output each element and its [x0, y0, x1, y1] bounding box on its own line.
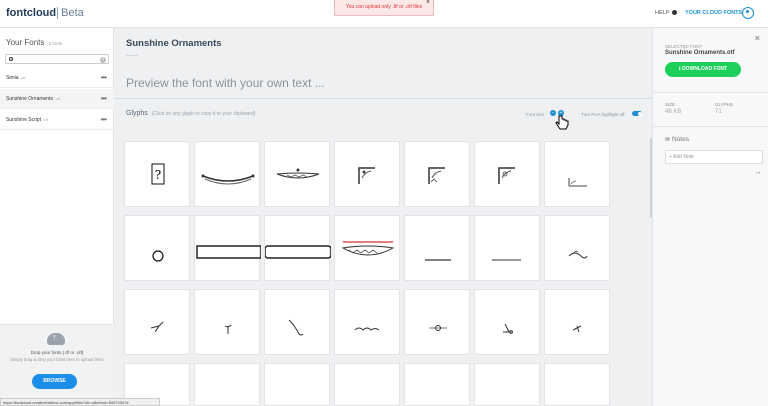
- more-options-icon[interactable]: •••: [101, 115, 107, 124]
- pua-highlight-toggle[interactable]: [632, 111, 642, 116]
- notes-heading: Notes: [665, 136, 689, 143]
- glyph-cell[interactable]: [334, 215, 400, 281]
- glyph-cell[interactable]: [404, 215, 470, 281]
- font-subtitle: ——: [126, 53, 138, 59]
- size-label: SIZE: [665, 102, 676, 107]
- selected-font-name: Sunshine Ornaments.otf: [665, 50, 735, 56]
- glyph-cell[interactable]: [264, 363, 330, 406]
- font-item-label: Sunshine Ornaments .otf: [6, 96, 60, 102]
- font-count: 3 fonts: [48, 41, 63, 46]
- add-note-input[interactable]: + Add Note: [665, 150, 763, 164]
- glyphs-heading: Glyphs (Click on any glyph to copy it to…: [126, 110, 255, 117]
- sidebar-title-text: Your Fonts: [6, 38, 45, 47]
- help-label: HELP: [655, 10, 670, 16]
- glyph-cell[interactable]: [474, 141, 540, 207]
- close-panel-icon[interactable]: ×: [755, 33, 760, 43]
- pua-highlight-label: Turn PUA highlight off: [581, 112, 625, 117]
- glyph-cell[interactable]: [334, 141, 400, 207]
- glyph-cell[interactable]: [544, 289, 610, 355]
- divider: [653, 126, 768, 127]
- font-item-simia[interactable]: Simia .otf •••: [0, 68, 114, 88]
- upload-alert: You can upload only .ttf or .otf files ×: [334, 0, 434, 16]
- glyphs-hint: (Click on any glyph to copy it to your c…: [151, 111, 256, 117]
- user-avatar-icon[interactable]: [742, 7, 754, 19]
- glyph-cell[interactable]: [264, 141, 330, 207]
- upload-dropzone[interactable]: Drop your fonts (.ttf or .otf) Simply dr…: [0, 324, 114, 406]
- browse-button[interactable]: BROWSE: [32, 374, 77, 389]
- glyphs-count-label: GLYPHS: [715, 102, 733, 107]
- glyphs-label: Glyphs: [126, 110, 148, 117]
- alert-text: You can upload only .ttf or .otf files: [345, 4, 423, 10]
- fonts-sidebar: Your Fonts 3 fonts × Simia .otf ••• Suns…: [0, 28, 114, 406]
- font-item-label: Sunshine Script .otf: [6, 117, 48, 123]
- search-icon: [9, 57, 13, 61]
- glyph-cell[interactable]: [474, 363, 540, 406]
- glyph-cell[interactable]: [264, 289, 330, 355]
- sidebar-title: Your Fonts 3 fonts: [6, 38, 62, 47]
- help-link[interactable]: HELP: [655, 10, 677, 16]
- divider: [114, 98, 652, 99]
- preview-text-input[interactable]: Preview the font with your own text ...: [126, 76, 652, 90]
- font-item-sunshine-ornaments[interactable]: Sunshine Ornaments .otf •••: [0, 89, 114, 109]
- glyph-cell[interactable]: [194, 363, 260, 406]
- submit-note-arrow-icon[interactable]: →: [754, 167, 762, 176]
- search-input[interactable]: ×: [5, 54, 109, 64]
- glyph-cell[interactable]: ?: [124, 141, 190, 207]
- glyph-cell[interactable]: [334, 289, 400, 355]
- glyph-cell[interactable]: [404, 289, 470, 355]
- beta-label: Beta: [57, 7, 84, 19]
- question-icon: [671, 10, 677, 16]
- notes-label: Notes: [672, 136, 689, 143]
- more-options-icon[interactable]: •••: [101, 94, 107, 103]
- download-label: DOWNLOAD FONT: [682, 66, 728, 72]
- font-item-label: Simia .otf: [6, 75, 26, 81]
- font-title: Sunshine Ornaments: [126, 38, 222, 49]
- glyph-cell[interactable]: [194, 289, 260, 355]
- divider: [653, 92, 768, 93]
- glyphs-count-value: 71: [715, 109, 722, 115]
- app-logo[interactable]: fontcloud Beta: [6, 7, 84, 19]
- glyph-char: ?: [155, 168, 161, 182]
- selected-font-label: SELECTED FONT: [665, 44, 703, 49]
- font-size-label: Font size: [526, 112, 545, 117]
- alert-close-icon[interactable]: ×: [426, 0, 430, 10]
- upload-title: Drop your fonts (.ttf or .otf): [30, 350, 84, 355]
- glyph-cell[interactable]: [334, 363, 400, 406]
- your-cloud-fonts-link[interactable]: YOUR CLOUD FONTS: [685, 10, 742, 16]
- glyph-cell[interactable]: [474, 215, 540, 281]
- glyph-cell[interactable]: [544, 215, 610, 281]
- main-content: Sunshine Ornaments —— Preview the font w…: [114, 28, 652, 406]
- top-bar: fontcloud Beta You can upload only .ttf o…: [0, 0, 768, 28]
- glyph-cell[interactable]: [194, 215, 261, 281]
- size-value: 48 KB: [665, 109, 682, 115]
- glyph-cell[interactable]: [264, 215, 331, 281]
- upload-subtitle: Simply drag & drop your fonts here to up…: [10, 357, 104, 362]
- glyph-cell[interactable]: [474, 289, 540, 355]
- glyph-cell[interactable]: [124, 215, 190, 281]
- font-details-panel: × SELECTED FONT Sunshine Ornaments.otf ⭳…: [652, 28, 768, 406]
- comment-icon: [665, 137, 670, 141]
- glyph-cell[interactable]: [124, 289, 190, 355]
- glyph-cell[interactable]: [404, 141, 470, 207]
- logo-text: fontcloud: [6, 7, 57, 19]
- font-item-sunshine-script[interactable]: Sunshine Script .otf •••: [0, 110, 114, 130]
- glyph-cell[interactable]: [404, 363, 470, 406]
- more-options-icon[interactable]: •••: [101, 73, 107, 82]
- download-font-button[interactable]: ⭳ DOWNLOAD FONT: [665, 62, 741, 77]
- glyph-cell[interactable]: [544, 141, 610, 207]
- glyph-cell[interactable]: [544, 363, 610, 406]
- cloud-upload-icon: [47, 332, 65, 345]
- status-bar-url: https://fontcloud.creativefabrica.com/ap…: [0, 398, 160, 406]
- glyph-cell[interactable]: [194, 141, 260, 207]
- hand-cursor-icon: [555, 115, 569, 130]
- clear-search-icon[interactable]: ×: [100, 56, 106, 63]
